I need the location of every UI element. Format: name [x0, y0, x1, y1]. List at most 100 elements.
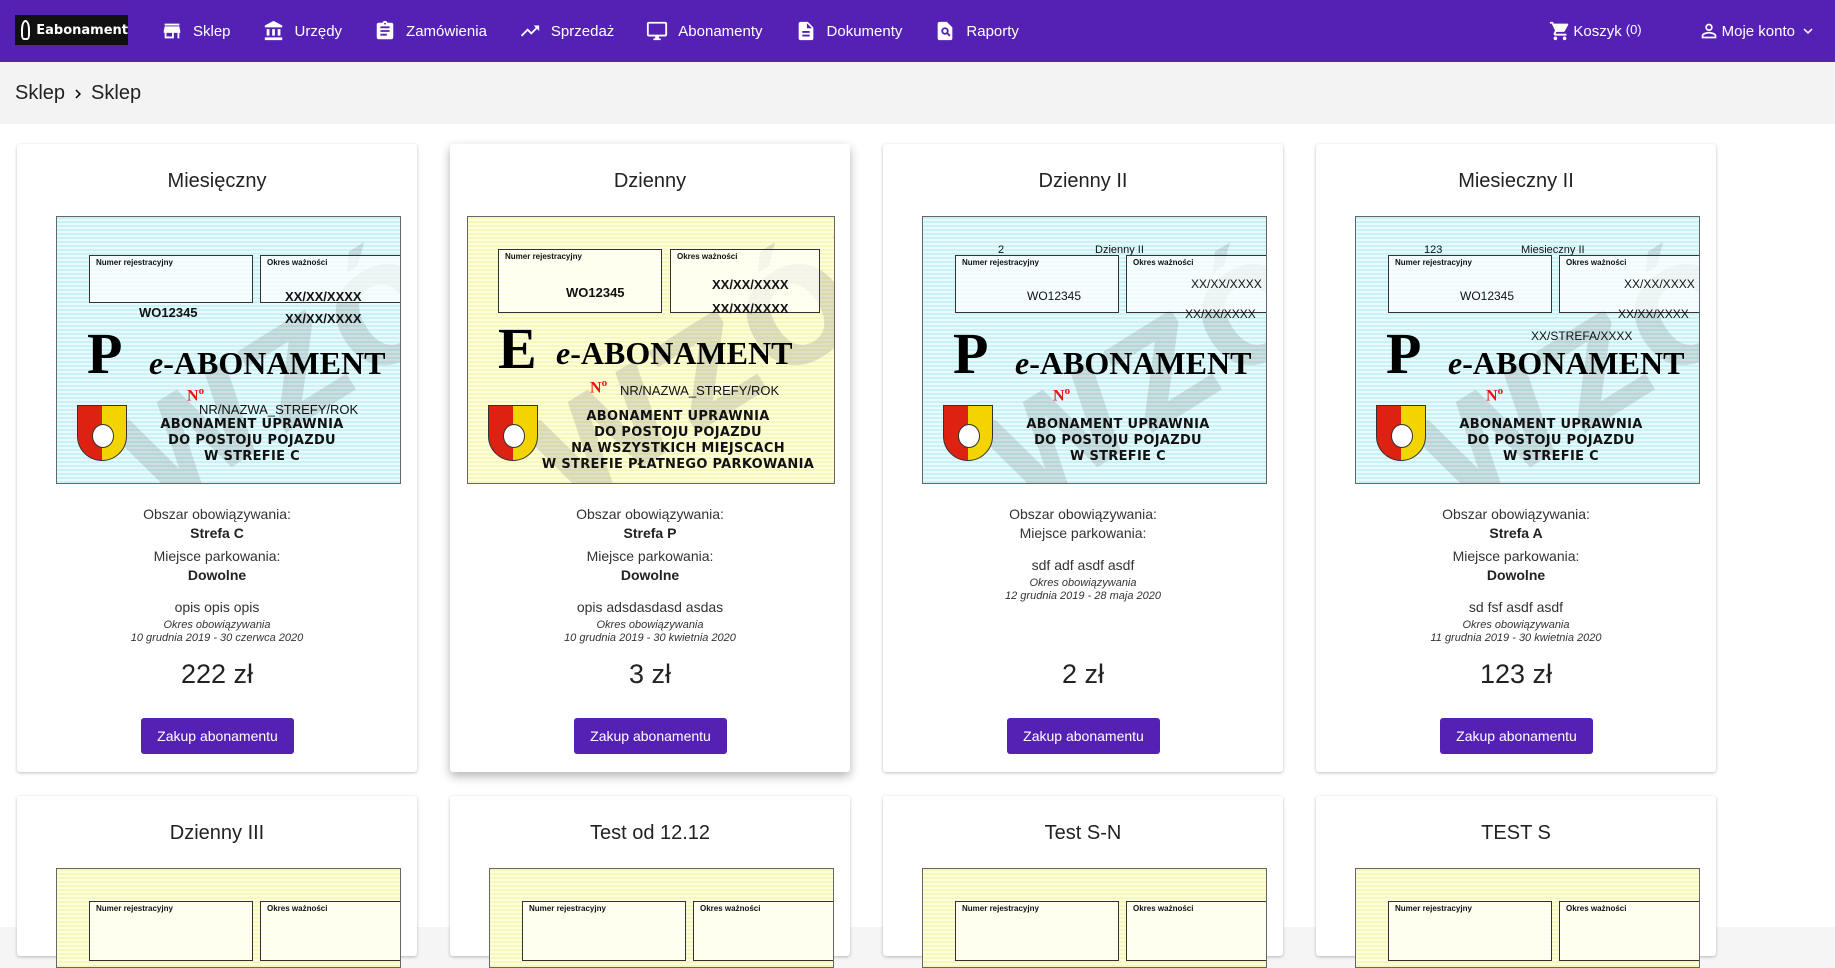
card-info: Obszar obowiązywania: Strefa P Miejsce p… [450, 505, 850, 645]
nav-item-label: Abonamenty [678, 22, 763, 40]
area-value: Strefa A [1489, 525, 1543, 541]
trending-up-icon [520, 25, 540, 37]
card-title: Dzienny III [169, 822, 265, 844]
card-description: sdf adf asdf asdf [1031, 557, 1135, 573]
breadcrumb: Sklep Sklep [15, 82, 141, 105]
nav-item-abonamenty[interactable]: Abonamenty [630, 0, 778, 62]
buy-subscription-button[interactable]: Zakup abonamentu [1007, 718, 1160, 754]
ticket-zone: NR/NAZWA_STREFY/ROK [620, 383, 780, 398]
ticket-valid-box: Okres ważności [1126, 901, 1266, 961]
card-title: Miesieczny II [1458, 170, 1574, 192]
ticket-reg-box: Numer rejestracyjny [89, 255, 253, 303]
ticket-brand: e-ABONAMENT [556, 335, 793, 371]
ticket-zone: XX/STREFA/XXXX [1531, 329, 1633, 343]
subscription-card: Test S-N Numer rejestracyjny Okres ważno… [883, 796, 1283, 968]
account-menu-button[interactable]: Moje konto [1698, 20, 1819, 42]
nav-right: Koszyk (0) Moje konto [1549, 0, 1819, 62]
buy-subscription-button[interactable]: Zakup abonamentu [574, 718, 727, 754]
card-price: 222 zł [180, 659, 254, 689]
card-info: Obszar obowiązywania: Strefa A Miejsce p… [1316, 505, 1716, 645]
ticket-reg-box: Numer rejestracyjny [498, 249, 662, 313]
card-info: Obszar obowiązywania: Strefa C Miejsce p… [17, 505, 417, 645]
card-title: TEST S [1481, 822, 1551, 844]
ticket-preview-image: WZÓR Numer rejestracyjny Okres ważności … [467, 216, 835, 484]
cart-label: Koszyk [1573, 22, 1622, 40]
ticket-valid-box: Okres ważności [260, 901, 400, 961]
period-value: 11 grudnia 2019 - 30 kwietnia 2020 [1430, 632, 1602, 644]
ticket-date-to: XX/XX/XXXX [712, 301, 789, 316]
buy-subscription-button[interactable]: Zakup abonamentu [1440, 718, 1593, 754]
ticket-date-to: XX/XX/XXXX [1185, 307, 1256, 321]
nav-item-urzedy[interactable]: Urzędy [247, 0, 359, 62]
breadcrumb-item-current: Sklep [91, 82, 142, 104]
chevron-right-icon [75, 89, 82, 98]
period-value: 10 grudnia 2019 - 30 czerwca 2020 [130, 632, 304, 644]
ticket-date-from: XX/XX/XXXX [285, 289, 362, 304]
nav-item-sklep[interactable]: Sklep [145, 0, 247, 62]
chevron-down-icon [1803, 28, 1813, 34]
parking-value: Dowolne [187, 567, 247, 583]
ticket-description: ABONAMENT UPRAWNIA DO POSTOJU POJAZDU W ST… [1026, 417, 1210, 464]
ticket-reg-box: Numer rejestracyjny [955, 255, 1119, 313]
cart-button[interactable]: Koszyk (0) [1549, 20, 1642, 42]
logo-text: Eabonament [36, 22, 128, 38]
buy-subscription-button[interactable]: Zakup abonamentu [141, 718, 294, 754]
ticket-date-from: XX/XX/XXXX [1624, 277, 1695, 291]
period-label: Okres obowiązywania [1462, 619, 1570, 631]
nav-item-raporty[interactable]: Raporty [918, 0, 1035, 62]
ticket-preview-image: WZÓR Numer rejestracyjny Okres ważności … [56, 216, 401, 484]
ticket-number-mark: No [590, 377, 608, 397]
parking-label: Miejsce parkowania: [586, 548, 714, 564]
store-icon [163, 23, 181, 39]
subscription-card: Dzienny III Numer rejestracyjny Okres wa… [17, 796, 417, 968]
subscription-card: Dzienny WZÓR Numer rejestracyjny Okres w… [450, 144, 850, 772]
ticket-plate: WO12345 [1460, 289, 1515, 303]
ticket-number-mark: No [1486, 385, 1504, 405]
nav-item-dokumenty[interactable]: Dokumenty [779, 0, 919, 62]
ticket-description: ABONAMENT UPRAWNIA DO POSTOJU POJAZDU NA W… [541, 409, 815, 472]
card-price: 123 zł [1479, 659, 1553, 689]
area-label: Obszar obowiązywania: [1442, 506, 1590, 522]
nav-item-zamowienia[interactable]: Zamówienia [358, 0, 503, 62]
nav-item-label: Raporty [966, 22, 1019, 40]
card-price: 2 zł [1061, 659, 1105, 689]
document-icon [798, 21, 813, 41]
card-title: Miesięczny [167, 170, 267, 192]
app-logo[interactable]: Eabonament [15, 15, 128, 45]
bank-icon [264, 20, 282, 41]
card-description: sd fsf asdf asdf [1468, 599, 1564, 615]
nav-item-sprzedaz[interactable]: Sprzedaż [503, 0, 630, 62]
ticket-reg-box: Numer rejestracyjny [522, 901, 686, 961]
ticket-brand: e-ABONAMENT [149, 345, 386, 381]
parking-label: Miejsce parkowania: [153, 548, 281, 564]
account-label: Moje konto [1721, 22, 1795, 40]
subscription-card: TEST S Numer rejestracyjny Okres ważnośc… [1316, 796, 1716, 968]
ticket-plate: WO12345 [139, 305, 198, 320]
ticket-letter: P [87, 321, 123, 386]
top-navbar: Eabonament Sklep Urzędy Zamówienia Sprze… [0, 0, 1835, 62]
ticket-date-to: XX/XX/XXXX [1618, 307, 1689, 321]
area-label: Obszar obowiązywania: [576, 506, 724, 522]
card-description: opis opis opis [174, 599, 260, 615]
area-value: Strefa C [190, 525, 244, 541]
card-info: Obszar obowiązywania: Miejsce parkowania… [883, 505, 1283, 603]
ticket-date-from: XX/XX/XXXX [1191, 277, 1262, 291]
nav-item-label: Urzędy [294, 22, 343, 40]
breadcrumb-item[interactable]: Sklep [15, 82, 65, 105]
ticket-brand: e-ABONAMENT [1015, 345, 1252, 381]
card-description: opis adsdasdasd asdas [576, 599, 724, 615]
nav-item-label: Sprzedaż [550, 22, 615, 40]
card-title: Test S-N [1044, 822, 1122, 844]
ticket-number-mark: No [1053, 385, 1071, 405]
ticket-letter: P [1386, 321, 1422, 386]
ticket-plate: WO12345 [1027, 289, 1082, 303]
ticket-brand: e-ABONAMENT [1448, 345, 1685, 381]
subscription-card: Miesieczny II WZÓR 123 Miesieczny II Num… [1316, 144, 1716, 772]
card-title: Test od 12.12 [589, 822, 711, 844]
ticket-description: ABONAMENT UPRAWNIA DO POSTOJU POJAZDU W ST… [160, 417, 344, 464]
ticket-reg-box: Numer rejestracyjny [1388, 901, 1552, 961]
card-price: 3 zł [628, 659, 672, 689]
clipboard-icon [376, 20, 394, 40]
area-label: Obszar obowiązywania: [1009, 506, 1157, 522]
ticket-reg-box: Numer rejestracyjny [89, 901, 253, 961]
